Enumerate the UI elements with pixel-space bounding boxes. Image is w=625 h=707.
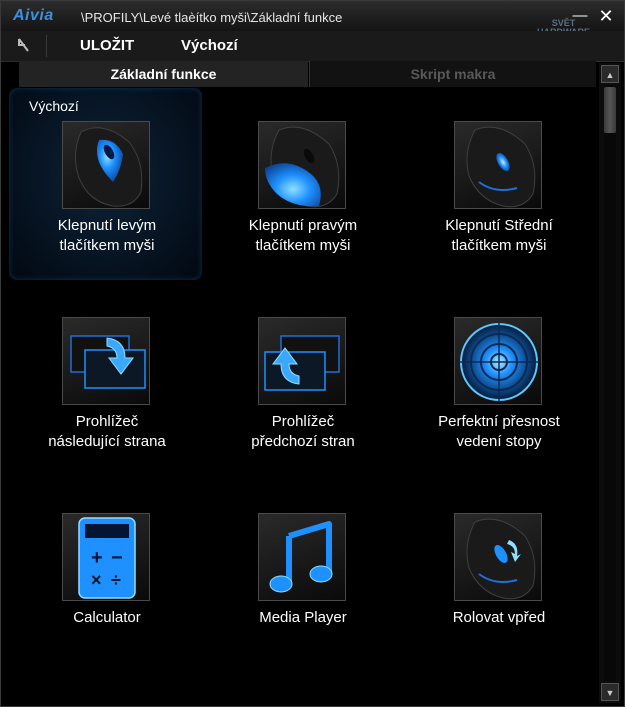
back-arrow-icon: [18, 38, 29, 52]
tile-label-line2: tlačítkem myši: [451, 237, 547, 254]
scroll-up-button[interactable]: ▲: [601, 65, 619, 83]
tile-browser-back[interactable]: Prohlížeč předchozí stran: [205, 317, 401, 467]
title-bar[interactable]: Aivia \PROFILY\Levé tlaèítko myši\Základ…: [1, 1, 624, 37]
tile-label: Media Player: [205, 608, 401, 628]
tab-macro-script[interactable]: Skript makra: [309, 61, 596, 87]
tile-label: Prohlížeč předchozí stran: [205, 412, 401, 452]
browser-forward-icon: [62, 317, 150, 405]
mouse-middle-click-icon: [454, 121, 542, 209]
tile-calculator[interactable]: + − × ÷ Calculator: [9, 513, 205, 663]
default-button[interactable]: Výchozí: [181, 37, 238, 54]
group-label: Výchozí: [29, 98, 79, 114]
svg-text:−: −: [111, 547, 123, 569]
close-icon: ✕: [598, 6, 614, 26]
tile-label-line1: Calculator: [73, 609, 141, 626]
tile-left-click[interactable]: Klepnutí levým tlačítkem myši: [9, 121, 205, 271]
tab-basic-functions[interactable]: Základní funkce: [19, 61, 308, 88]
calculator-icon: + − × ÷: [62, 513, 150, 601]
tile-media-player[interactable]: Media Player: [205, 513, 401, 663]
mouse-right-click-icon: [258, 121, 346, 209]
tile-label: Klepnutí levým tlačítkem myši: [9, 216, 205, 256]
close-button[interactable]: ✕: [597, 7, 615, 25]
tile-label-line1: Rolovat vpřed: [452, 609, 546, 626]
save-button[interactable]: ULOŽIT: [80, 37, 134, 54]
tile-label: Calculator: [9, 608, 205, 628]
tile-scroll-forward[interactable]: Rolovat vpřed: [401, 513, 597, 663]
tile-label-line2: následující strana: [48, 433, 166, 450]
tile-label-line1: Prohlížeč: [271, 413, 335, 430]
back-button[interactable]: [13, 37, 33, 55]
tile-right-click[interactable]: Klepnutí pravým tlačítkem myši: [205, 121, 401, 271]
toolbar-divider: [46, 35, 47, 57]
minimize-icon: —: [572, 7, 588, 24]
tile-middle-click[interactable]: Klepnutí Střední tlačítkem myši: [401, 121, 597, 271]
svg-text:+: +: [91, 547, 103, 569]
scroll-thumb[interactable]: [604, 87, 616, 133]
tile-label-line2: tlačítkem myši: [59, 237, 155, 254]
svg-text:÷: ÷: [111, 570, 121, 590]
tile-label: Klepnutí Střední tlačítkem myši: [401, 216, 597, 256]
app-window: Aivia \PROFILY\Levé tlaèítko myši\Základ…: [0, 0, 625, 707]
tab-bar: Základní funkce Skript makra: [19, 61, 596, 88]
scroll-down-button[interactable]: ▼: [601, 683, 619, 701]
window-title-path: \PROFILY\Levé tlaèítko myši\Základní fun…: [81, 10, 343, 25]
browser-back-icon: [258, 317, 346, 405]
app-logo: Aivia: [13, 7, 54, 24]
scroll-forward-icon: [454, 513, 542, 601]
triangle-up-icon: ▲: [605, 70, 615, 80]
music-note-icon: [258, 513, 346, 601]
tile-label: Rolovat vpřed: [401, 608, 597, 628]
vertical-scrollbar[interactable]: ▲ ▼: [599, 63, 621, 703]
tile-browser-forward[interactable]: Prohlížeč následující strana: [9, 317, 205, 467]
tile-label-line1: Perfektní přesnost: [438, 413, 560, 430]
tile-precision[interactable]: Perfektní přesnost vedení stopy: [401, 317, 597, 467]
tile-label-line1: Prohlížeč: [75, 413, 139, 430]
tile-label-line1: Klepnutí levým: [57, 217, 157, 234]
tile-label-line1: Media Player: [259, 609, 347, 626]
tile-label: Klepnutí pravým tlačítkem myši: [205, 216, 401, 256]
tile-label-line2: tlačítkem myši: [255, 237, 351, 254]
precision-target-icon: [454, 317, 542, 405]
tile-label: Perfektní přesnost vedení stopy: [401, 412, 597, 452]
tile-label-line1: Klepnutí Střední: [445, 217, 553, 234]
tile-label: Prohlížeč následující strana: [9, 412, 205, 452]
toolbar: ULOŽIT Výchozí: [1, 31, 624, 62]
svg-text:×: ×: [91, 570, 102, 590]
tile-label-line2: vedení stopy: [456, 433, 542, 450]
triangle-down-icon: ▼: [605, 688, 615, 698]
tile-label-line2: předchozí stran: [251, 433, 355, 450]
tile-label-line1: Klepnutí pravým: [248, 217, 358, 234]
mouse-left-click-icon: [62, 121, 150, 209]
minimize-button[interactable]: —: [571, 7, 589, 25]
scroll-track[interactable]: [604, 85, 616, 681]
